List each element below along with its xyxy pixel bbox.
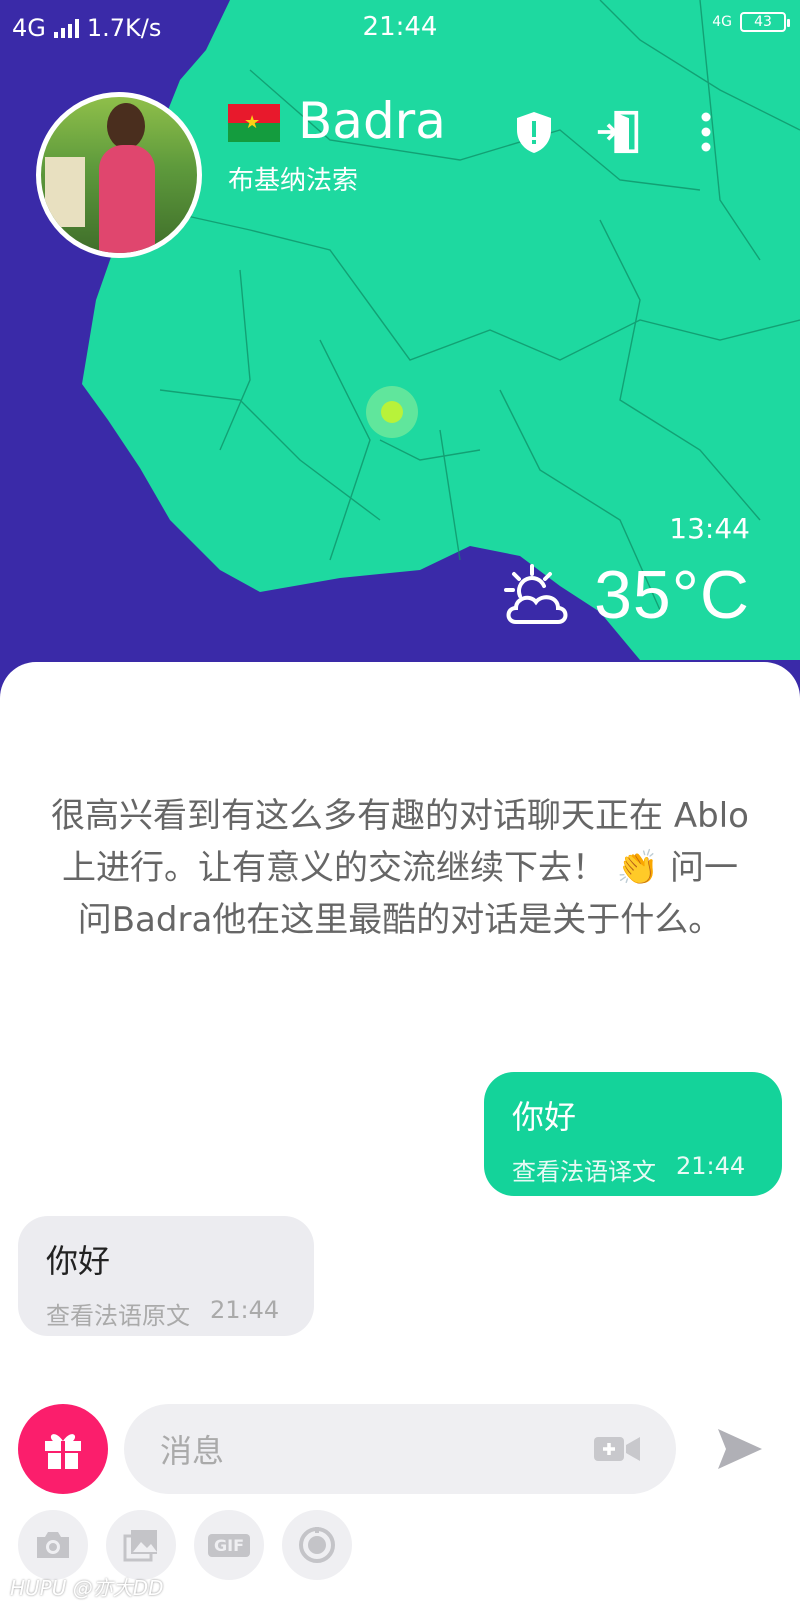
send-button[interactable] — [714, 1424, 766, 1474]
message-text: 你好 — [46, 1242, 111, 1280]
local-time: 13:44 — [669, 512, 750, 545]
message-text: 你好 — [512, 1098, 577, 1136]
gift-button[interactable] — [18, 1404, 108, 1494]
message-time: 21:44 — [210, 1296, 280, 1324]
avatar[interactable] — [36, 92, 202, 258]
camera-button[interactable] — [18, 1510, 88, 1580]
gif-button[interactable]: GIF — [194, 1510, 264, 1580]
exit-icon[interactable] — [596, 108, 640, 156]
shield-alert-icon[interactable] — [512, 108, 556, 156]
gallery-button[interactable] — [106, 1510, 176, 1580]
view-translation-link[interactable]: 查看法语译文 — [512, 1152, 656, 1187]
network-label-right: 4G — [712, 14, 732, 30]
gif-icon: GIF — [207, 1533, 250, 1557]
camera-icon — [37, 1532, 69, 1558]
profile-country: 布基纳法索 — [228, 166, 359, 196]
location-marker-dot — [381, 401, 403, 423]
send-icon — [718, 1429, 762, 1469]
profile-name: Badra — [298, 92, 446, 150]
map-header: 4G 1.7K/s 21:44 4G 43 ★ Badra 布基纳法索 13:4… — [0, 0, 800, 720]
watermark: HUPU @亦大DD — [10, 1576, 164, 1600]
message-time: 21:44 — [676, 1152, 746, 1180]
message-input[interactable]: 消息 — [124, 1404, 676, 1494]
gallery-icon — [123, 1530, 157, 1562]
gift-icon — [45, 1434, 81, 1469]
status-bar: 4G 1.7K/s 21:44 4G 43 — [0, 0, 800, 56]
temperature: 35°C — [594, 557, 750, 633]
partly-sunny-icon — [504, 564, 568, 624]
battery-icon: 43 — [740, 12, 790, 32]
more-vertical-icon[interactable] — [684, 108, 728, 156]
video-add-icon[interactable] — [594, 1435, 640, 1463]
incoming-message[interactable]: 你好 查看法语原文 21:44 — [18, 1216, 314, 1336]
timer-icon — [299, 1527, 335, 1563]
timer-button[interactable] — [282, 1510, 352, 1580]
burkina-faso-flag-icon: ★ — [228, 104, 280, 142]
weather: 35°C — [502, 556, 750, 634]
intro-message: 很高兴看到有这么多有趣的对话聊天正在 Ablo 上进行。让有意义的交流继续下去！… — [51, 796, 749, 940]
status-time: 21:44 — [362, 12, 438, 42]
view-original-link[interactable]: 查看法语原文 — [46, 1296, 190, 1331]
outgoing-message[interactable]: 你好 查看法语译文 21:44 — [484, 1072, 782, 1196]
message-placeholder: 消息 — [160, 1432, 225, 1470]
